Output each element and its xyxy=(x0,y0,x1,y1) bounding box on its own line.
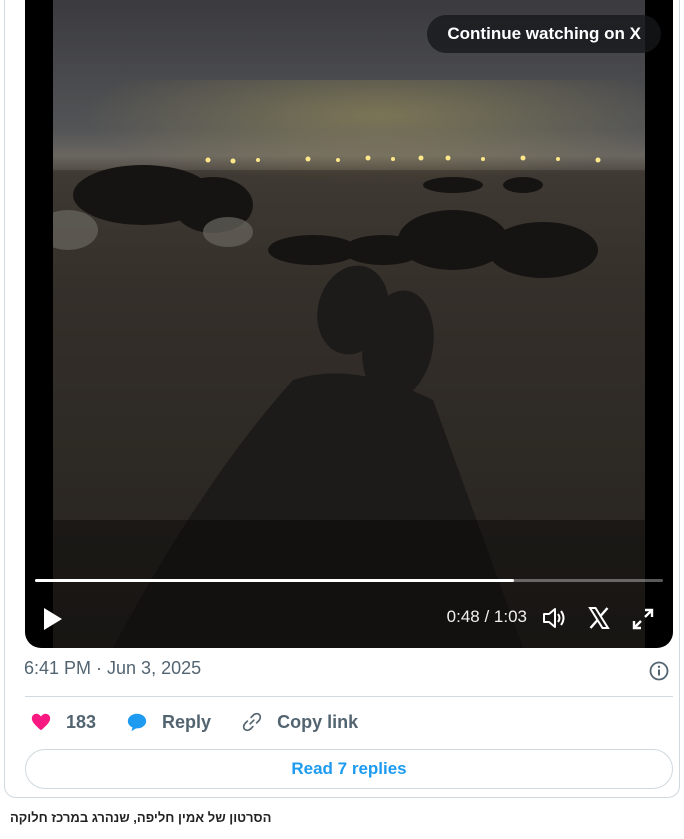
tweet-actions: 183 Reply Copy link xyxy=(30,708,388,736)
video-frame xyxy=(53,0,645,648)
play-button[interactable] xyxy=(41,606,65,632)
image-caption: הסרטון של אמין חליפה, שנהרג במרכז חלוקה xyxy=(10,810,272,825)
video-player[interactable]: Continue watching on X 0:48 / 1:03 xyxy=(25,0,673,648)
volume-icon xyxy=(543,608,565,628)
speech-bubble-icon xyxy=(127,713,147,732)
volume-button[interactable] xyxy=(541,606,567,630)
progress-fill xyxy=(35,579,514,582)
divider xyxy=(25,696,673,697)
x-logo-button[interactable] xyxy=(587,606,611,630)
fullscreen-icon xyxy=(632,608,654,630)
reply-button[interactable]: Reply xyxy=(126,711,211,733)
tweet-timestamp[interactable]: 6:41 PM · Jun 3, 2025 xyxy=(24,658,201,679)
like-count: 183 xyxy=(66,711,97,732)
heart-icon xyxy=(31,713,51,731)
copy-link-button[interactable]: Copy link xyxy=(241,711,358,733)
info-icon xyxy=(649,661,669,681)
progress-bar[interactable] xyxy=(35,579,663,582)
copy-link-label: Copy link xyxy=(277,711,359,732)
continue-watching-button[interactable]: Continue watching on X xyxy=(427,15,661,53)
video-time: 0:48 / 1:03 xyxy=(446,607,527,626)
link-icon xyxy=(242,712,262,732)
read-replies-label: Read 7 replies xyxy=(291,759,407,778)
reply-label: Reply xyxy=(162,711,212,732)
info-button[interactable] xyxy=(648,660,670,682)
continue-watching-label: Continue watching on X xyxy=(447,24,641,43)
read-replies-button[interactable]: Read 7 replies xyxy=(25,749,673,789)
play-icon xyxy=(44,608,62,630)
like-button[interactable]: 183 xyxy=(30,711,96,733)
x-logo-icon xyxy=(588,607,610,629)
fullscreen-button[interactable] xyxy=(631,607,655,631)
